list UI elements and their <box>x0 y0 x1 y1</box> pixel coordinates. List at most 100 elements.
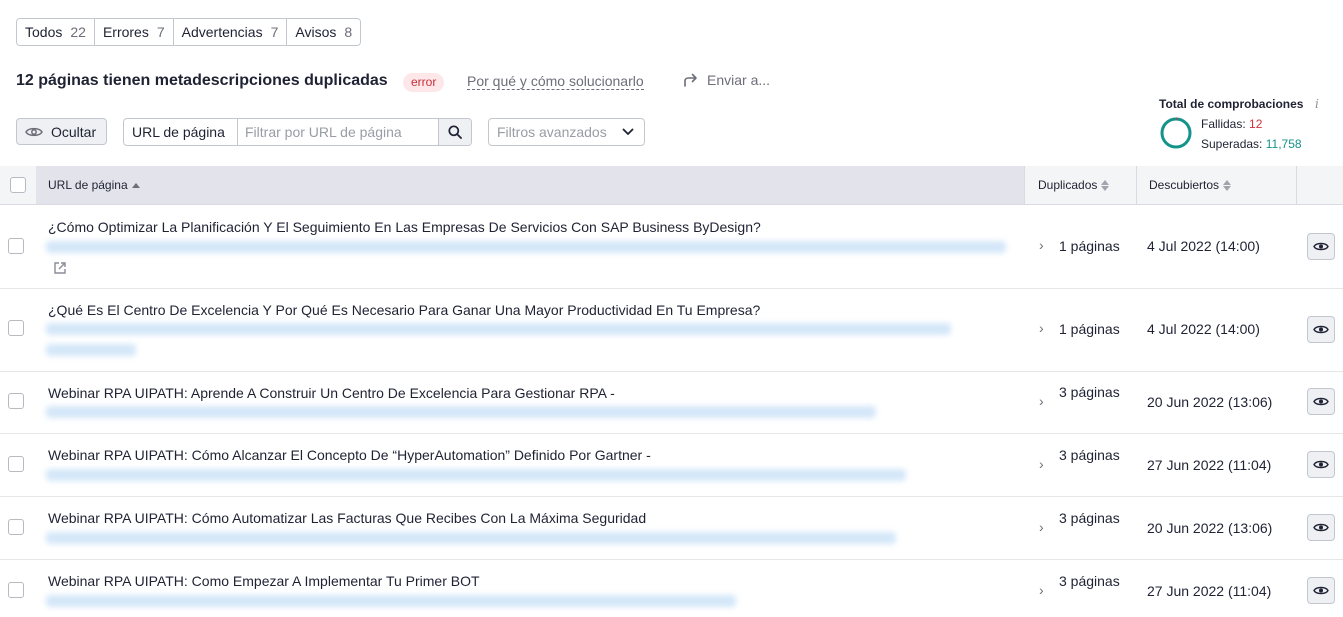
expand-chevron-icon[interactable]: › <box>1039 320 1044 336</box>
tab-label: Errores <box>102 24 149 40</box>
page-title: Webinar RPA UIPATH: Cómo Alcanzar El Con… <box>48 447 651 463</box>
hide-button[interactable]: Ocultar <box>16 118 107 145</box>
hide-row-button[interactable] <box>1307 233 1335 260</box>
search-button[interactable] <box>438 119 471 145</box>
tab-warnings[interactable]: Advertencias 7 <box>173 19 288 45</box>
row-checkbox[interactable] <box>8 393 24 409</box>
external-link-icon[interactable] <box>53 261 67 275</box>
header-checkbox-cell <box>0 166 36 204</box>
table-row: ¿Qué Es El Centro De Excelencia Y Por Qu… <box>0 289 1343 372</box>
expand-chevron-icon[interactable]: › <box>1039 582 1044 598</box>
chevron-down-icon <box>622 128 634 135</box>
duplicates-count[interactable]: 3 páginas <box>1059 509 1129 528</box>
row-checkbox[interactable] <box>8 582 24 598</box>
eye-icon <box>1313 325 1329 334</box>
tab-count: 7 <box>156 24 165 40</box>
url-search-input[interactable] <box>238 119 438 145</box>
table-header: URL de página Duplicados Descubiertos <box>0 166 1343 205</box>
expand-chevron-icon[interactable]: › <box>1039 456 1044 472</box>
column-url-label: URL de página <box>48 178 128 192</box>
column-discovered[interactable]: Descubiertos <box>1136 166 1296 204</box>
page-url-redacted[interactable] <box>46 344 136 356</box>
page-url-redacted[interactable] <box>46 241 1006 253</box>
table-row: Webinar RPA UIPATH: Cómo Alcanzar El Con… <box>0 434 1343 497</box>
page-title: Webinar RPA UIPATH: Cómo Automatizar Las… <box>48 510 647 526</box>
column-duplicates[interactable]: Duplicados <box>1024 166 1136 204</box>
eye-icon <box>25 127 43 136</box>
passed-checks: Superadas: 11,758 <box>1201 137 1302 151</box>
failed-value: 12 <box>1249 117 1263 131</box>
row-checkbox[interactable] <box>8 238 24 254</box>
row-checkbox[interactable] <box>8 456 24 472</box>
eye-icon <box>1313 397 1329 406</box>
table-row: Webinar RPA UIPATH: Como Empezar A Imple… <box>0 560 1343 617</box>
row-checkbox[interactable] <box>8 519 24 535</box>
expand-chevron-icon[interactable]: › <box>1039 519 1044 535</box>
failed-checks: Fallidas: 12 <box>1201 117 1262 131</box>
duplicates-count[interactable]: 3 páginas <box>1059 446 1129 465</box>
tab-count: 22 <box>70 24 86 40</box>
discovered-date: 27 Jun 2022 (11:04) <box>1147 583 1272 599</box>
checks-ring-icon <box>1160 117 1192 149</box>
page-url-redacted[interactable] <box>46 532 896 544</box>
severity-tabs: Todos 22 Errores 7 Advertencias 7 Avisos… <box>16 18 362 46</box>
discovered-date: 20 Jun 2022 (13:06) <box>1147 520 1273 536</box>
tab-count: 8 <box>344 24 353 40</box>
tab-all[interactable]: Todos 22 <box>17 19 95 45</box>
info-icon[interactable]: i <box>1315 97 1325 111</box>
column-actions <box>1296 166 1343 204</box>
advanced-filters-label: Filtros avanzados <box>497 124 607 140</box>
page-url-redacted[interactable] <box>46 406 876 418</box>
passed-value: 11,758 <box>1265 137 1302 151</box>
expand-chevron-icon[interactable]: › <box>1039 237 1044 253</box>
row-checkbox[interactable] <box>8 320 24 336</box>
table-row: ¿Cómo Optimizar La Planificación Y El Se… <box>0 205 1343 289</box>
duplicates-count[interactable]: 3 páginas <box>1059 572 1129 591</box>
send-to-button[interactable]: Enviar a... <box>683 72 770 88</box>
page-title: ¿Qué Es El Centro De Excelencia Y Por Qu… <box>48 302 761 318</box>
eye-icon <box>1313 586 1329 595</box>
tab-count: 7 <box>270 24 279 40</box>
url-filter: URL de página <box>123 118 472 146</box>
page-url-redacted[interactable] <box>46 323 951 335</box>
hide-row-button[interactable] <box>1307 451 1335 478</box>
failed-label: Fallidas: <box>1201 117 1246 131</box>
duplicates-count[interactable]: 1 páginas <box>1059 320 1129 339</box>
tab-notices[interactable]: Avisos 8 <box>287 19 361 45</box>
duplicates-count[interactable]: 3 páginas <box>1059 383 1129 402</box>
url-filter-label: URL de página <box>124 119 238 145</box>
page-url-redacted[interactable] <box>46 595 736 607</box>
tab-label: Todos <box>25 24 63 40</box>
page-url-redacted[interactable] <box>46 469 906 481</box>
sort-icon <box>131 182 140 188</box>
eye-icon <box>1313 523 1329 532</box>
hide-row-button[interactable] <box>1307 316 1335 343</box>
sort-icon <box>1223 179 1232 191</box>
hide-row-button[interactable] <box>1307 577 1335 604</box>
table-row: Webinar RPA UIPATH: Aprende A Construir … <box>0 372 1343 434</box>
expand-chevron-icon[interactable]: › <box>1039 393 1044 409</box>
passed-label: Superadas: <box>1201 137 1263 151</box>
search-icon <box>448 125 462 139</box>
column-duplicates-label: Duplicados <box>1038 178 1098 192</box>
eye-icon <box>1313 242 1329 251</box>
column-url[interactable]: URL de página <box>36 166 1024 204</box>
sort-icon <box>1101 179 1110 191</box>
select-all-checkbox[interactable] <box>10 177 26 193</box>
hide-row-button[interactable] <box>1307 388 1335 415</box>
error-badge: error <box>403 73 445 92</box>
discovered-date: 4 Jul 2022 (14:00) <box>1147 238 1260 254</box>
discovered-date: 4 Jul 2022 (14:00) <box>1147 321 1260 337</box>
why-and-how-link[interactable]: Por qué y cómo solucionarlo <box>467 73 644 90</box>
eye-icon <box>1313 460 1329 469</box>
duplicates-count[interactable]: 1 páginas <box>1059 237 1129 256</box>
page-title: Webinar RPA UIPATH: Aprende A Construir … <box>48 385 615 401</box>
share-arrow-icon <box>684 73 697 87</box>
hide-row-button[interactable] <box>1307 514 1335 541</box>
tab-label: Advertencias <box>181 24 263 40</box>
send-to-label: Enviar a... <box>707 72 771 88</box>
tab-label: Avisos <box>295 24 337 40</box>
tab-errors[interactable]: Errores 7 <box>94 19 174 45</box>
advanced-filters-dropdown[interactable]: Filtros avanzados <box>488 118 645 146</box>
discovered-date: 20 Jun 2022 (13:06) <box>1147 394 1273 410</box>
